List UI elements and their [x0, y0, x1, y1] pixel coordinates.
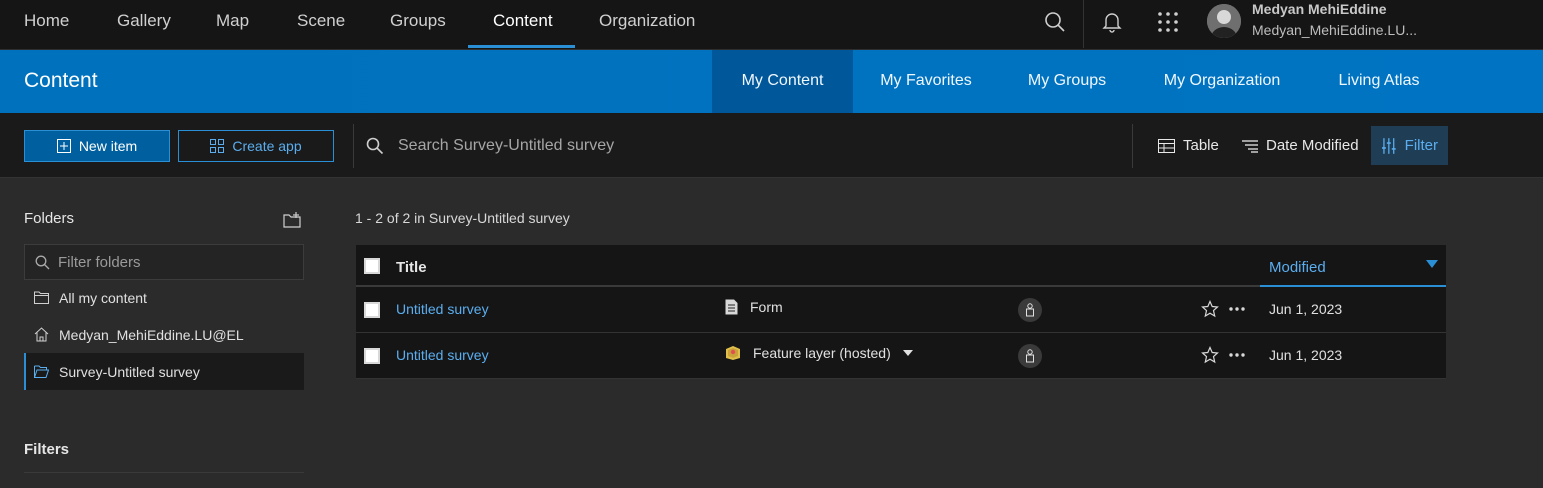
folders-heading: Folders	[24, 210, 75, 227]
nav-map[interactable]: Map	[216, 0, 249, 48]
nav-groups[interactable]: Groups	[390, 0, 446, 48]
favorite-star-icon[interactable]	[1201, 346, 1219, 369]
search-input[interactable]	[398, 137, 1078, 155]
filter-folders-box	[24, 244, 304, 280]
content-header: Content My Content My Favorites My Group…	[0, 50, 1543, 113]
favorite-star-icon[interactable]	[1201, 300, 1219, 323]
nav-active-indicator	[468, 45, 575, 48]
toolbar-divider	[1132, 124, 1133, 168]
sort-date-modified-label: Date Modified	[1266, 137, 1359, 154]
home-icon	[34, 327, 49, 342]
tab-my-favorites[interactable]: My Favorites	[866, 50, 986, 113]
nav-home[interactable]: Home	[24, 0, 69, 48]
table-view-button[interactable]: Table	[1148, 126, 1229, 165]
sharing-private-icon[interactable]	[1018, 298, 1042, 322]
user-id[interactable]: Medyan_MehiEddine.LU...	[1252, 22, 1417, 38]
search-icon	[366, 137, 384, 155]
item-title-link[interactable]: Untitled survey	[396, 347, 489, 363]
more-options-icon[interactable]	[1228, 300, 1246, 323]
filters-divider	[24, 472, 304, 473]
sort-desc-icon	[1426, 260, 1438, 268]
filter-sliders-icon	[1381, 137, 1396, 154]
row-checkbox[interactable]	[364, 302, 380, 318]
avatar[interactable]	[1207, 4, 1241, 38]
create-app-label: Create app	[232, 138, 302, 154]
sort-icon	[1242, 139, 1258, 153]
folder-home[interactable]: Medyan_MehiEddine.LU@EL	[24, 316, 304, 353]
top-navigation-bar: Home Gallery Map Scene Groups Content Or…	[0, 0, 1543, 50]
search-icon[interactable]	[1041, 8, 1069, 36]
table-header: Title Modified	[356, 245, 1446, 287]
content-table: Title Modified Untitled survey Form Jun …	[356, 245, 1446, 379]
tab-my-groups[interactable]: My Groups	[1015, 50, 1119, 113]
filter-button[interactable]: Filter	[1371, 126, 1448, 165]
table-view-label: Table	[1183, 137, 1219, 154]
folder-label: Survey-Untitled survey	[59, 363, 200, 380]
tab-my-organization[interactable]: My Organization	[1150, 50, 1294, 113]
nav-scene[interactable]: Scene	[297, 0, 345, 48]
column-modified-label: Modified	[1269, 259, 1326, 276]
table-row: Untitled survey Form Jun 1, 2023	[356, 287, 1446, 333]
page-title: Content	[24, 69, 98, 92]
filters-heading: Filters	[24, 441, 70, 458]
folder-label: Medyan_MehiEddine.LU@EL	[59, 326, 244, 343]
sort-date-modified-button[interactable]: Date Modified	[1232, 126, 1369, 165]
select-all-checkbox[interactable]	[364, 258, 380, 274]
item-type-label: Form	[750, 299, 783, 315]
chevron-down-icon[interactable]	[902, 350, 913, 356]
filter-folders-input[interactable]	[58, 253, 298, 271]
feature-layer-icon	[726, 346, 740, 360]
item-modified-date: Jun 1, 2023	[1269, 301, 1343, 317]
results-count: 1 - 2 of 2 in Survey-Untitled survey	[355, 210, 570, 226]
item-type-label: Feature layer (hosted)	[753, 345, 891, 361]
app-launcher-icon[interactable]	[1154, 8, 1182, 36]
nav-gallery[interactable]: Gallery	[117, 0, 171, 48]
toolbar-divider	[353, 124, 354, 168]
item-modified-date: Jun 1, 2023	[1269, 347, 1343, 363]
folder-survey-untitled[interactable]: Survey-Untitled survey	[24, 353, 304, 390]
user-name[interactable]: Medyan MehiEddine	[1252, 1, 1387, 17]
item-title-link[interactable]: Untitled survey	[396, 301, 489, 317]
plus-square-icon	[56, 139, 71, 153]
bell-icon[interactable]	[1098, 8, 1126, 36]
content-toolbar: New item Create app Table Date Modified …	[0, 113, 1543, 178]
sharing-private-icon[interactable]	[1018, 344, 1042, 368]
nav-divider	[1083, 0, 1084, 48]
row-checkbox[interactable]	[364, 348, 380, 364]
more-options-icon[interactable]	[1228, 346, 1246, 369]
open-folder-icon	[34, 365, 49, 378]
tab-my-content[interactable]: My Content	[712, 50, 853, 113]
column-modified[interactable]: Modified	[1260, 245, 1446, 287]
table-row: Untitled survey Feature layer (hosted) J…	[356, 333, 1446, 379]
new-item-button[interactable]: New item	[24, 130, 170, 162]
folder-icon	[34, 291, 49, 304]
grid-icon	[210, 139, 225, 153]
nav-organization[interactable]: Organization	[599, 0, 695, 48]
table-icon	[1158, 138, 1175, 153]
add-folder-icon[interactable]	[283, 212, 301, 233]
item-type: Form	[725, 299, 783, 315]
form-icon	[725, 299, 738, 315]
new-item-label: New item	[78, 138, 138, 154]
column-title[interactable]: Title	[396, 259, 427, 276]
tab-living-atlas[interactable]: Living Atlas	[1326, 50, 1432, 113]
folder-label: All my content	[59, 289, 147, 306]
filter-label: Filter	[1404, 137, 1438, 154]
folder-all-my-content[interactable]: All my content	[24, 279, 304, 316]
nav-content[interactable]: Content	[493, 0, 553, 48]
item-type[interactable]: Feature layer (hosted)	[725, 345, 913, 361]
search-icon	[35, 255, 50, 269]
create-app-button[interactable]: Create app	[178, 130, 334, 162]
search-bar	[366, 130, 1106, 162]
